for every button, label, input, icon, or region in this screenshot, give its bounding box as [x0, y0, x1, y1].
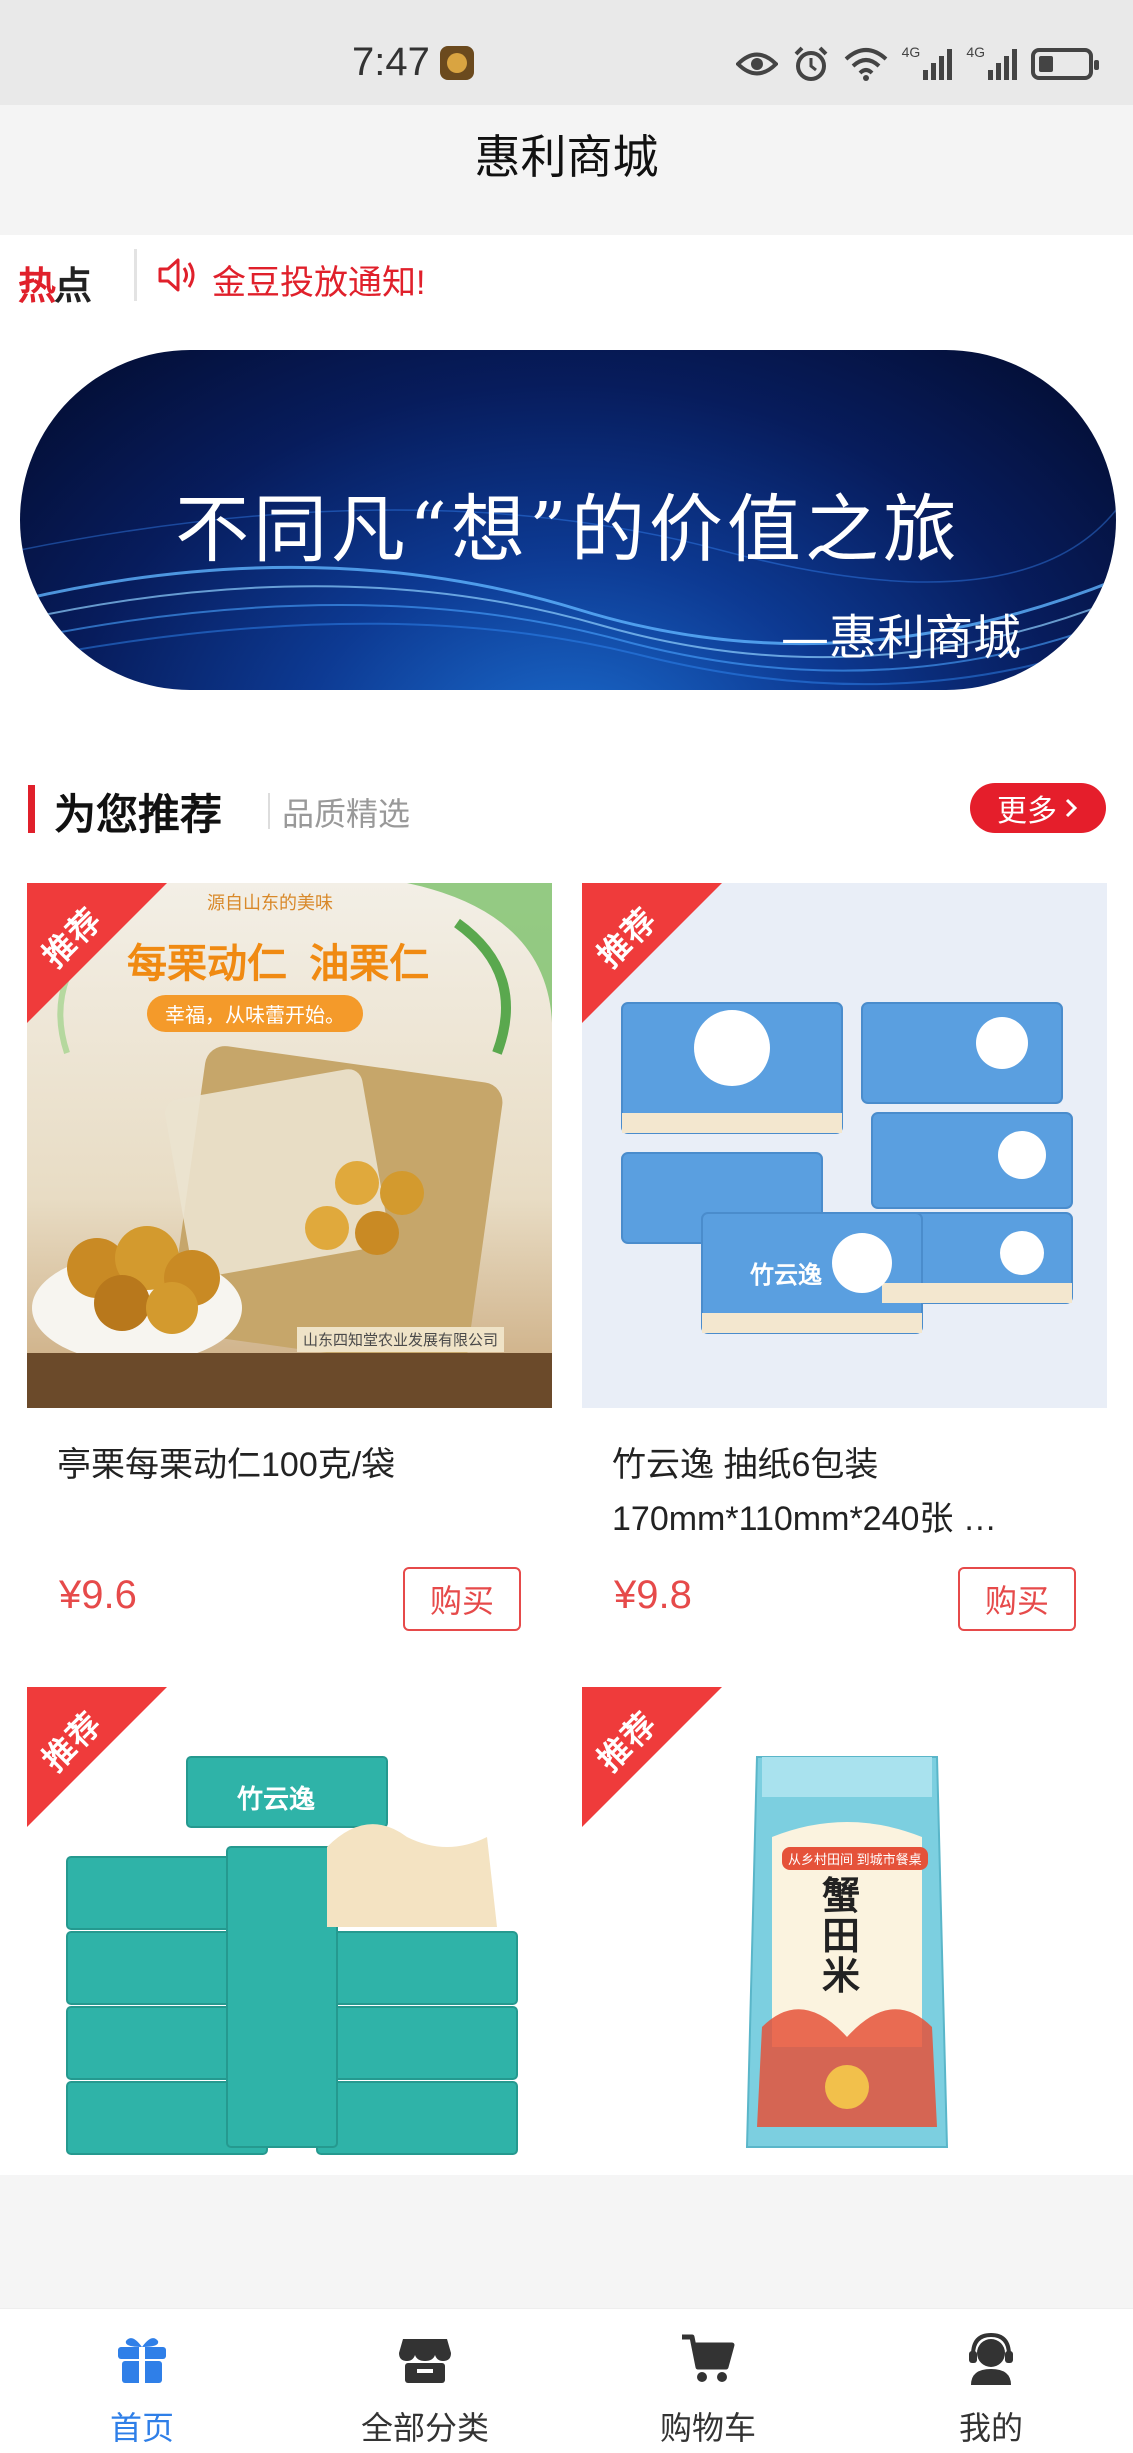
- section-subtitle: 品质精选: [282, 796, 411, 832]
- signal-icon: [988, 49, 1017, 80]
- user-headset-icon: [969, 2332, 1013, 2385]
- recommend-section-header: 为您推荐 品质精选 更多: [0, 775, 1133, 855]
- nav-label: 全部分类: [360, 2410, 489, 2446]
- product-card[interactable]: 源自山东的美味 每栗动仁 油栗仁 幸福，从味蕾开始。 山东四知堂农业发展有限公司…: [27, 883, 552, 1663]
- nav-label: 首页: [109, 2410, 174, 2446]
- store-icon: [399, 2339, 451, 2383]
- product-card[interactable]: 蟹田米 从乡村田间 到城市餐桌 推荐: [582, 1687, 1107, 2175]
- recommend-ribbon: 推荐: [27, 1687, 167, 1827]
- notice-text[interactable]: 金豆投放通知!: [212, 255, 425, 304]
- divider: [268, 793, 270, 829]
- app-notification-icon: [440, 46, 474, 80]
- nav-label: 我的: [958, 2410, 1023, 2446]
- image-tag: 从乡村田间 到城市餐桌: [782, 1847, 928, 1870]
- gift-icon: [118, 2338, 166, 2383]
- eye-icon: [735, 52, 778, 76]
- ribbon-text: 推荐: [590, 1704, 665, 1779]
- nav-label: 购物车: [659, 2410, 756, 2446]
- status-icons: 4G 4G: [735, 44, 1099, 84]
- status-bar: 7:47 4G 4G: [0, 0, 1133, 105]
- image-brand: 竹云逸: [237, 1784, 316, 1814]
- image-headline: 每栗动仁 油栗仁: [127, 942, 430, 986]
- alarm-icon: [794, 46, 828, 81]
- banner-title: 不同凡“想”的价值之旅: [175, 487, 961, 573]
- product-name[interactable]: 竹云逸 抽纸6包装 170mm*110mm*240张 …: [612, 1438, 1082, 1546]
- image-product-name: 蟹田米: [822, 1876, 861, 1998]
- image-top-caption: 源自山东的美味: [207, 893, 333, 913]
- product-price: ¥9.6: [59, 1573, 137, 1617]
- image-pill: 幸福，从味蕾开始。: [147, 995, 363, 1032]
- promo-banner[interactable]: 不同凡“想”的价值之旅 —惠利商城: [20, 350, 1116, 690]
- nav-item-profile[interactable]: 我的: [891, 2309, 1091, 2453]
- app-header: 惠利商城: [0, 105, 1133, 235]
- status-time: 7:47: [352, 40, 430, 84]
- ribbon-text: 推荐: [590, 900, 665, 975]
- image-maker: 山东四知堂农业发展有限公司: [297, 1327, 505, 1352]
- more-label: 更多: [997, 795, 1057, 828]
- battery-icon: [1031, 48, 1099, 80]
- chevron-right-icon: [1065, 798, 1078, 818]
- recommend-ribbon: 推荐: [582, 1687, 722, 1827]
- divider: [134, 249, 137, 301]
- recommend-ribbon: 推荐: [27, 883, 167, 1023]
- wifi-icon: [844, 48, 887, 81]
- hot-logo-b: 点: [54, 266, 92, 308]
- hot-notice-bar[interactable]: 热点 金豆投放通知!: [0, 235, 1133, 330]
- cart-icon: [682, 2334, 735, 2382]
- section-title: 为您推荐: [54, 791, 223, 838]
- product-card[interactable]: 竹云逸 推荐 竹云逸 抽纸6包装 170mm*110mm*240张 … ¥9.8…: [582, 883, 1107, 1663]
- buy-button[interactable]: 购买: [403, 1567, 521, 1631]
- product-price: ¥9.8: [614, 1573, 692, 1617]
- hot-logo: 热点: [18, 255, 92, 310]
- product-image[interactable]: 竹云逸 推荐: [27, 1687, 552, 2175]
- network-badge: 4G: [901, 44, 921, 60]
- buy-button[interactable]: 购买: [958, 1567, 1076, 1631]
- image-brand: 竹云逸: [750, 1262, 822, 1289]
- nav-item-cart[interactable]: 购物车: [608, 2309, 808, 2453]
- main-content[interactable]: 热点 金豆投放通知! 不同凡“想”的价值之旅 —惠利商城 为您推荐 品质精选 更…: [0, 235, 1133, 2175]
- speaker-icon: [158, 258, 195, 292]
- banner-subtitle: —惠利商城: [780, 610, 1021, 666]
- nav-item-categories[interactable]: 全部分类: [325, 2309, 525, 2453]
- section-accent-bar: [28, 785, 35, 833]
- page-title: 惠利商城: [474, 131, 659, 183]
- more-button[interactable]: 更多: [970, 783, 1106, 833]
- ribbon-text: 推荐: [35, 900, 110, 975]
- recommend-ribbon: 推荐: [582, 883, 722, 1023]
- network-badge: 4G: [966, 44, 985, 60]
- bottom-nav: 首页 全部分类 购物车 我的: [0, 2308, 1133, 2453]
- product-image[interactable]: 源自山东的美味 每栗动仁 油栗仁 幸福，从味蕾开始。 山东四知堂农业发展有限公司…: [27, 883, 552, 1408]
- product-image[interactable]: 蟹田米 从乡村田间 到城市餐桌 推荐: [582, 1687, 1107, 2175]
- nav-item-home[interactable]: 首页: [42, 2309, 242, 2453]
- product-card[interactable]: 竹云逸 推荐: [27, 1687, 552, 2175]
- hot-logo-a: 热: [18, 266, 56, 308]
- ribbon-text: 推荐: [35, 1704, 110, 1779]
- signal-icon: [923, 49, 953, 80]
- product-image[interactable]: 竹云逸 推荐: [582, 883, 1107, 1408]
- product-name[interactable]: 亭栗每栗动仁100克/袋: [57, 1438, 527, 1492]
